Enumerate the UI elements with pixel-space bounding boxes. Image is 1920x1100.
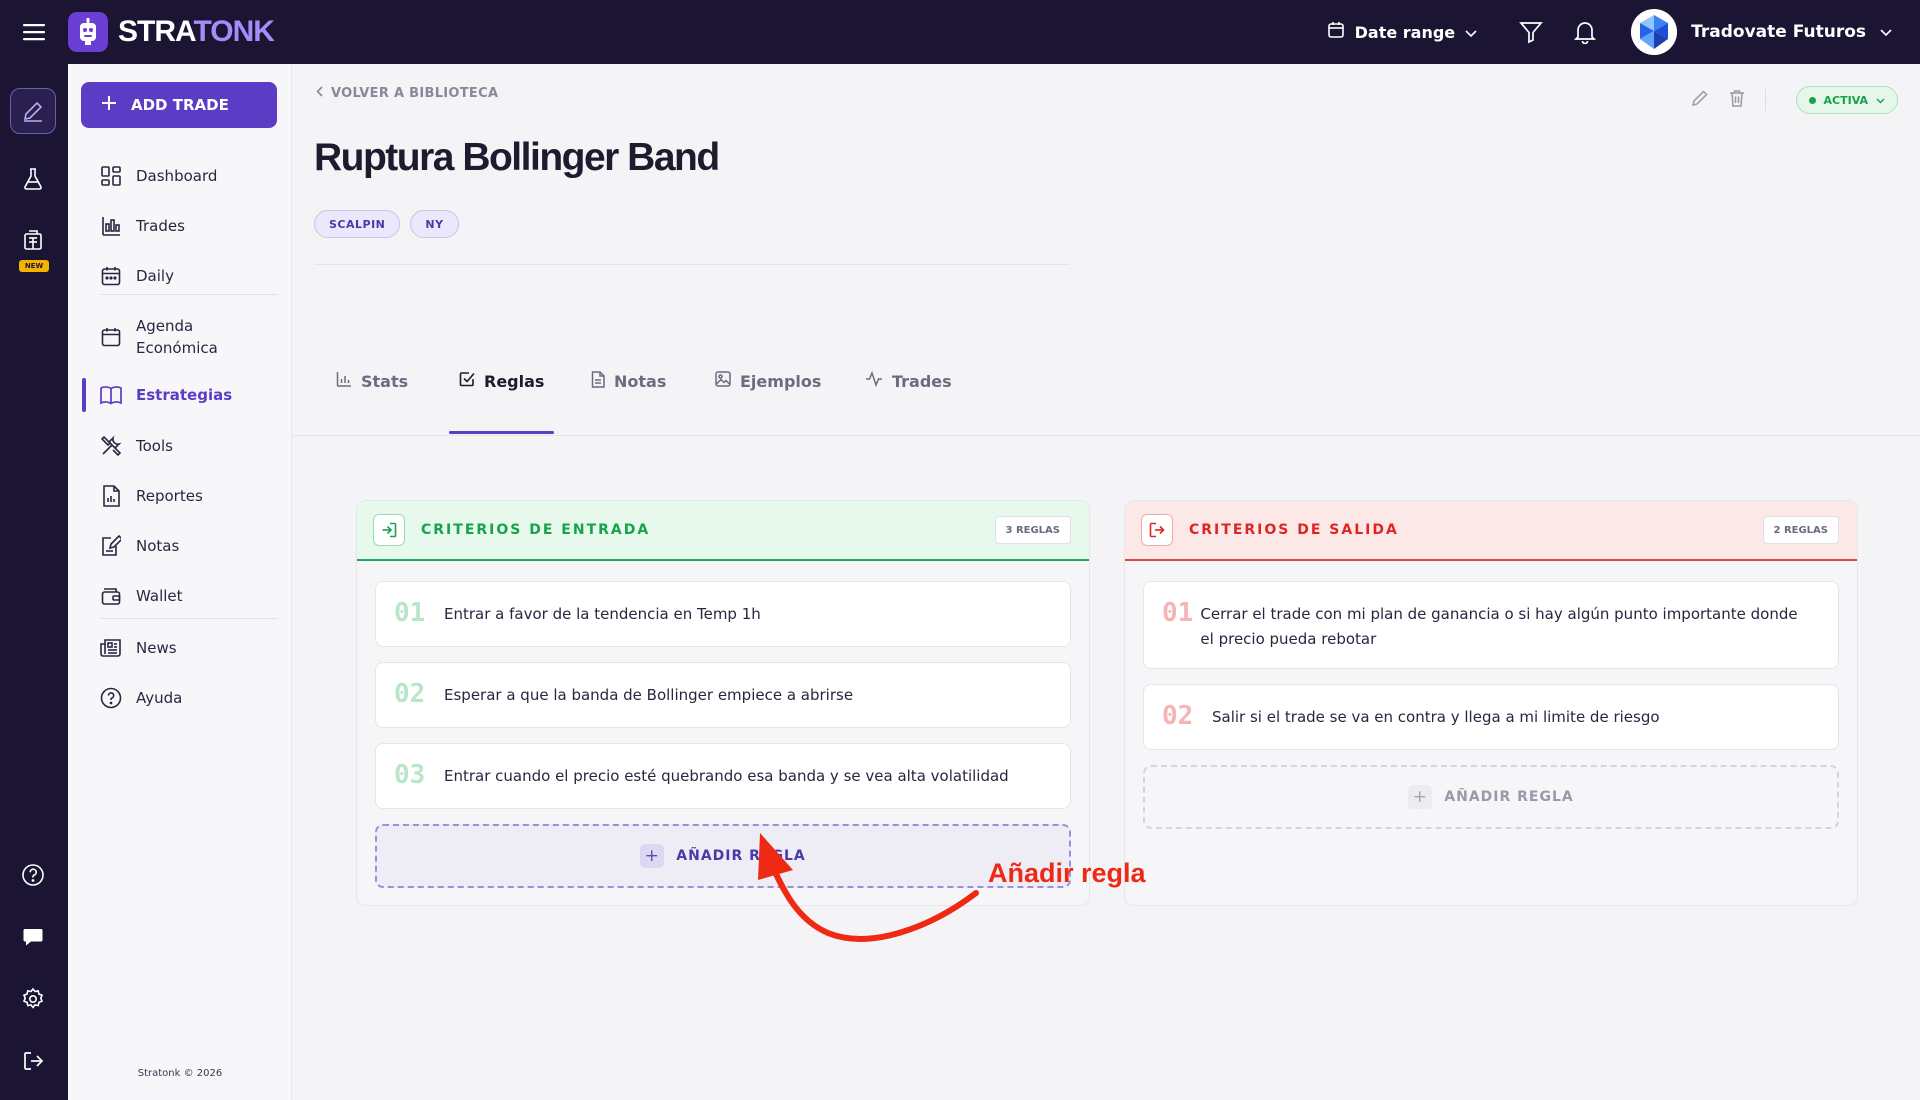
sidebar-item-daily[interactable]: Daily	[68, 260, 292, 292]
status-dot	[1808, 96, 1816, 104]
new-badge: NEW	[19, 260, 49, 272]
annotation-arrow	[758, 833, 979, 942]
tag-chip[interactable]: SCALPIN	[314, 210, 401, 238]
sidebar: ADD TRADE Dashboard Trades Daily Agenda E…	[68, 64, 292, 1100]
sidebar-item-ayuda[interactable]: Ayuda	[68, 682, 292, 714]
calendar-icon	[1327, 21, 1345, 43]
entry-criteria-header: CRITERIOS DE ENTRADA 3 REGLAS	[357, 501, 1089, 561]
chevron-down-icon	[1876, 94, 1885, 107]
sidebar-item-trades[interactable]: Trades	[68, 210, 292, 242]
logout-icon[interactable]	[10, 1038, 56, 1084]
report-icon	[100, 485, 122, 507]
date-range-picker[interactable]: Date range	[1327, 21, 1478, 43]
chevron-left-icon	[316, 86, 323, 101]
building-icon[interactable]	[10, 218, 56, 264]
top-bar: STRATONK Date range Tradovate Futuros	[0, 0, 1920, 64]
calendar-icon	[100, 326, 122, 348]
back-to-library-link[interactable]: VOLVER A BIBLIOTECA	[316, 86, 498, 101]
sidebar-item-agenda[interactable]: Agenda Económica	[68, 310, 292, 364]
journal-pen-icon[interactable]	[10, 88, 56, 134]
image-icon	[715, 371, 731, 391]
sidebar-item-tools[interactable]: Tools	[68, 430, 292, 462]
account-avatar	[1631, 9, 1678, 55]
gear-icon[interactable]	[10, 976, 56, 1022]
help-icon	[100, 687, 122, 709]
sidebar-divider	[100, 294, 278, 295]
chat-icon[interactable]	[10, 914, 56, 960]
icon-rail: NEW	[0, 64, 68, 1100]
sidebar-item-news[interactable]: News	[68, 632, 292, 664]
dashboard-icon	[100, 165, 122, 187]
help-circle-icon[interactable]	[10, 852, 56, 898]
footer-copyright: Stratonk © 2026	[137, 1068, 223, 1079]
rule-item[interactable]: 03 Entrar cuando el precio esté quebrand…	[375, 743, 1071, 809]
brand-name: STRATONK	[118, 15, 275, 48]
status-dropdown[interactable]: ACTIVA	[1795, 86, 1898, 114]
bell-icon[interactable]	[1565, 12, 1605, 52]
rule-count-badge: 2 REGLAS	[1762, 516, 1839, 544]
divider	[314, 264, 1070, 265]
tools-icon	[100, 435, 122, 457]
page-title: Ruptura Bollinger Band	[314, 136, 720, 179]
exit-criteria-card: CRITERIOS DE SALIDA 2 REGLAS 01 Cerrar e…	[1124, 500, 1858, 906]
plus-icon: +	[1408, 785, 1433, 809]
rule-item[interactable]: 02 Salir si el trade se va en contra y l…	[1143, 684, 1839, 750]
header-actions: ACTIVA	[1691, 86, 1898, 114]
tab-trades[interactable]: Trades	[865, 328, 952, 434]
add-trade-button[interactable]: ADD TRADE	[81, 82, 277, 128]
enter-icon	[373, 514, 405, 546]
plus-icon	[101, 95, 117, 115]
chevron-down-icon	[1465, 23, 1477, 42]
rule-item[interactable]: 01 Cerrar el trade con mi plan de gananc…	[1143, 581, 1839, 669]
plus-icon: +	[640, 844, 665, 868]
tab-stats[interactable]: Stats	[336, 328, 408, 434]
account-switcher[interactable]: Tradovate Futuros	[1631, 9, 1892, 55]
rule-count-badge: 3 REGLAS	[994, 516, 1071, 544]
notes-icon	[100, 535, 122, 557]
divider	[1764, 89, 1766, 111]
sidebar-divider	[100, 618, 278, 619]
news-icon	[100, 637, 122, 659]
exit-icon	[1141, 514, 1173, 546]
flask-icon[interactable]	[10, 156, 56, 202]
add-exit-rule-button[interactable]: + AÑADIR REGLA	[1143, 765, 1839, 829]
tab-bar: Stats Reglas Notas Ejemplos Trades	[292, 328, 1920, 436]
menu-icon[interactable]	[0, 0, 68, 64]
trash-icon[interactable]	[1729, 89, 1745, 111]
exit-criteria-header: CRITERIOS DE SALIDA 2 REGLAS	[1125, 501, 1857, 561]
wallet-icon	[100, 585, 122, 607]
strategy-tags: SCALPIN NY	[314, 210, 459, 238]
rule-item[interactable]: 02 Esperar a que la banda de Bollinger e…	[375, 662, 1071, 728]
rule-item[interactable]: 01 Entrar a favor de la tendencia en Tem…	[375, 581, 1071, 647]
tab-reglas[interactable]: Reglas	[448, 328, 555, 434]
document-icon	[591, 370, 605, 392]
annotation-label: Añadir regla	[988, 858, 1146, 888]
chart-bars-icon	[100, 215, 122, 237]
tag-chip[interactable]: NY	[410, 210, 459, 238]
checkbox-icon	[459, 371, 475, 391]
calendar-icon	[100, 265, 122, 287]
sidebar-item-reportes[interactable]: Reportes	[68, 480, 292, 512]
tab-notas[interactable]: Notas	[591, 328, 666, 434]
tab-ejemplos[interactable]: Ejemplos	[715, 328, 821, 434]
book-icon	[100, 384, 122, 406]
sidebar-item-dashboard[interactable]: Dashboard	[68, 160, 292, 192]
sidebar-item-wallet[interactable]: Wallet	[68, 580, 292, 612]
activity-icon	[865, 370, 883, 391]
bar-chart-icon	[336, 371, 352, 391]
main-content: VOLVER A BIBLIOTECA Ruptura Bollinger Ba…	[292, 64, 1920, 1100]
filter-icon[interactable]	[1511, 12, 1551, 52]
sidebar-item-notas[interactable]: Notas	[68, 530, 292, 562]
chevron-down-icon	[1880, 22, 1892, 42]
sidebar-item-estrategias[interactable]: Estrategias	[68, 378, 292, 412]
brand[interactable]: STRATONK	[68, 12, 275, 52]
edit-pencil-icon[interactable]	[1691, 89, 1709, 111]
robot-logo-icon	[68, 12, 108, 52]
